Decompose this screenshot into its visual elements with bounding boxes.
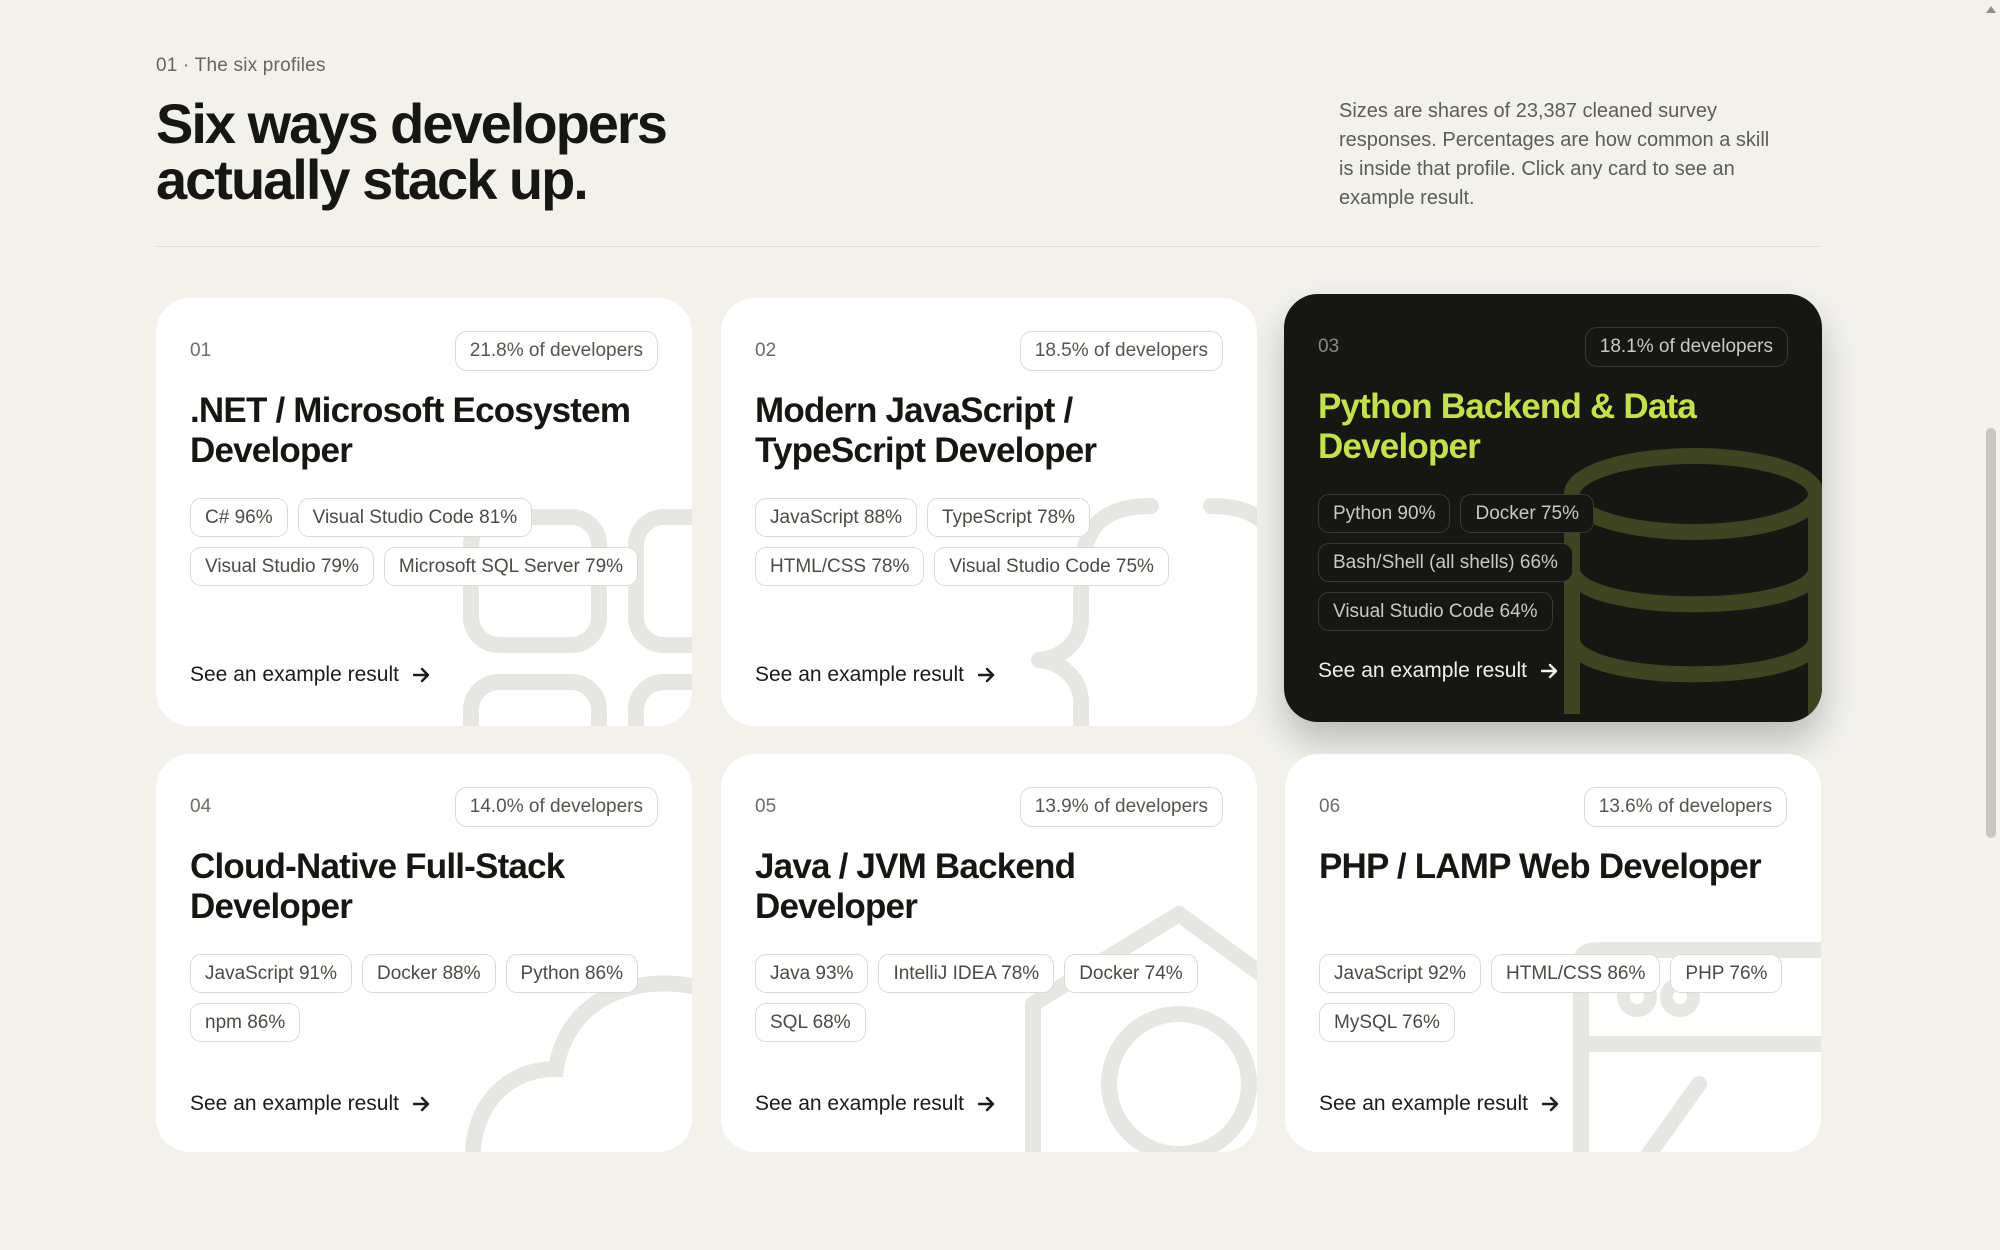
skill-chip: Docker 74% — [1064, 954, 1198, 993]
example-result-link[interactable]: See an example result — [755, 1092, 996, 1116]
skill-chip: PHP 76% — [1670, 954, 1783, 993]
skill-chip: JavaScript 88% — [755, 498, 918, 537]
skill-chip: Visual Studio 79% — [190, 547, 374, 586]
skill-chip: MySQL 76% — [1319, 1003, 1455, 1042]
skill-chip: Bash/Shell (all shells) 66% — [1318, 543, 1573, 582]
share-badge: 14.0% of developers — [454, 787, 658, 827]
card-number: 01 — [190, 340, 212, 361]
skill-chip: TypeScript 78% — [927, 498, 1091, 537]
skill-chip: Visual Studio Code 64% — [1318, 592, 1553, 631]
card-number: 02 — [755, 340, 777, 361]
profile-card-java[interactable]: 05 13.9% of developers Java / JVM Backen… — [721, 754, 1257, 1152]
section-divider — [156, 246, 1820, 247]
card-title: Modern JavaScript / TypeScript Developer — [755, 391, 1097, 470]
profile-card-javascript[interactable]: 02 18.5% of developers Modern JavaScript… — [721, 298, 1257, 726]
profile-card-dotnet[interactable]: 01 21.8% of developers .NET / Microsoft … — [156, 298, 692, 726]
example-result-link[interactable]: See an example result — [755, 663, 996, 687]
card-title: Java / JVM Backend Developer — [755, 847, 1076, 926]
skill-chips: JavaScript 92% HTML/CSS 86% PHP 76% MySQ… — [1319, 954, 1799, 1042]
skill-chip: SQL 68% — [755, 1003, 866, 1042]
profile-card-python[interactable]: 03 18.1% of developers Python Backend & … — [1284, 294, 1822, 722]
profile-card-php[interactable]: 06 13.6% of developers PHP / LAMP Web De… — [1285, 754, 1821, 1152]
skill-chips: Python 90% Docker 75% Bash/Shell (all sh… — [1318, 494, 1618, 631]
skill-chip: Python 86% — [505, 954, 638, 993]
card-number: 05 — [755, 796, 777, 817]
arrow-right-icon — [1541, 1096, 1559, 1112]
page-title: Six ways developers actually stack up. — [156, 96, 856, 208]
share-badge: 13.9% of developers — [1019, 787, 1223, 827]
example-result-label: See an example result — [190, 1092, 399, 1115]
skill-chip: Java 93% — [755, 954, 869, 993]
arrow-right-icon — [977, 1096, 995, 1112]
page-title-line-2: actually stack up. — [156, 148, 589, 211]
card-number: 04 — [190, 796, 212, 817]
section-intro: Sizes are shares of 23,387 cleaned surve… — [1339, 100, 1770, 209]
scrollbar-thumb[interactable] — [1986, 428, 1996, 838]
skill-chip: HTML/CSS 78% — [755, 547, 925, 586]
example-result-link[interactable]: See an example result — [190, 1092, 431, 1116]
card-title: Python Backend & Data Developer — [1318, 387, 1697, 466]
card-title: Cloud-Native Full-Stack Developer — [190, 847, 565, 926]
skill-chip: JavaScript 92% — [1319, 954, 1482, 993]
example-result-link[interactable]: See an example result — [1318, 659, 1559, 683]
card-title: PHP / LAMP Web Developer — [1319, 847, 1762, 886]
skill-chip: Visual Studio Code 81% — [297, 498, 533, 537]
skill-chip: HTML/CSS 86% — [1491, 954, 1661, 993]
skill-chips: C# 96% Visual Studio Code 81% Visual Stu… — [190, 498, 670, 586]
skill-chip: Python 90% — [1318, 494, 1451, 533]
example-result-label: See an example result — [1319, 1092, 1528, 1115]
example-result-link[interactable]: See an example result — [1319, 1092, 1560, 1116]
share-badge: 18.5% of developers — [1019, 331, 1223, 371]
example-result-label: See an example result — [755, 663, 964, 686]
share-badge: 18.1% of developers — [1584, 327, 1788, 367]
example-result-label: See an example result — [1318, 659, 1527, 682]
scroll-up-arrow-icon[interactable] — [1984, 2, 1998, 16]
share-badge: 13.6% of developers — [1583, 787, 1787, 827]
arrow-right-icon — [412, 667, 430, 683]
skill-chip: Docker 75% — [1460, 494, 1594, 533]
page: 01 · The six profiles Six ways developer… — [0, 0, 2000, 1250]
arrow-right-icon — [1540, 663, 1558, 679]
skill-chip: IntelliJ IDEA 78% — [878, 954, 1055, 993]
skill-chip: Docker 88% — [362, 954, 496, 993]
skill-chip: JavaScript 91% — [190, 954, 353, 993]
section-eyebrow: 01 · The six profiles — [156, 55, 326, 76]
card-number: 06 — [1319, 796, 1341, 817]
skill-chips: Java 93% IntelliJ IDEA 78% Docker 74% SQ… — [755, 954, 1235, 1042]
example-result-link[interactable]: See an example result — [190, 663, 431, 687]
arrow-right-icon — [412, 1096, 430, 1112]
skill-chip: C# 96% — [190, 498, 288, 537]
skill-chips: JavaScript 88% TypeScript 78% HTML/CSS 7… — [755, 498, 1235, 586]
example-result-label: See an example result — [190, 663, 399, 686]
profile-card-cloud-native[interactable]: 04 14.0% of developers Cloud-Native Full… — [156, 754, 692, 1152]
skill-chips: JavaScript 91% Docker 88% Python 86% npm… — [190, 954, 670, 1042]
card-number: 03 — [1318, 336, 1340, 357]
card-title: .NET / Microsoft Ecosystem Developer — [190, 391, 631, 470]
arrow-right-icon — [977, 667, 995, 683]
example-result-label: See an example result — [755, 1092, 964, 1115]
skill-chip: npm 86% — [190, 1003, 301, 1042]
page-scrollbar[interactable] — [1980, 0, 2000, 1250]
page-title-line-1: Six ways developers — [156, 92, 668, 155]
skill-chip: Microsoft SQL Server 79% — [383, 547, 639, 586]
share-badge: 21.8% of developers — [454, 331, 658, 371]
skill-chip: Visual Studio Code 75% — [934, 547, 1169, 586]
